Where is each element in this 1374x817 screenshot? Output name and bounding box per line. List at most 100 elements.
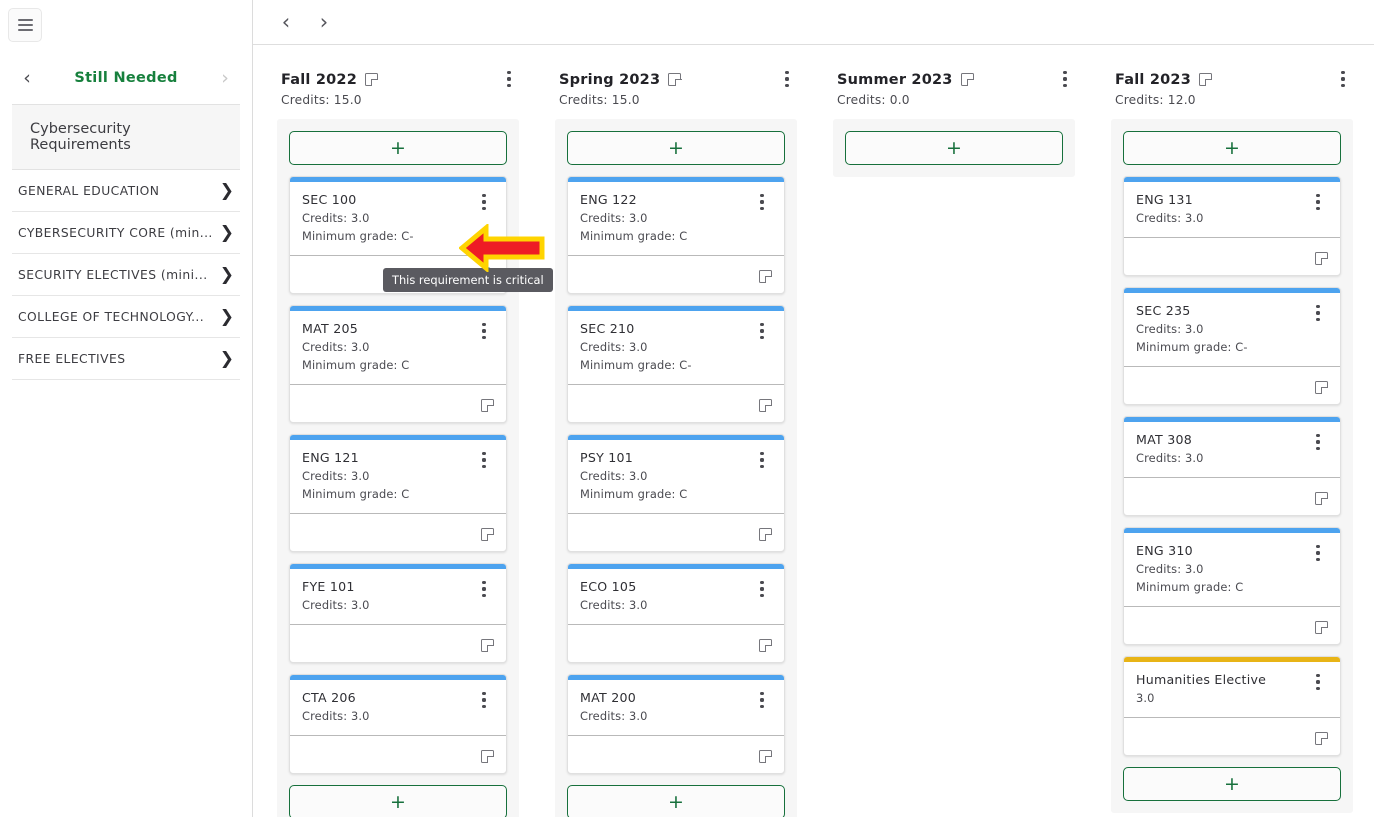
note-icon[interactable] [759,639,772,652]
requirements-header: Cybersecurity Requirements [12,105,240,170]
course-card-mat-308[interactable]: MAT 308 Credits: 3.0 [1123,416,1341,516]
course-options-menu-icon[interactable] [474,690,494,710]
course-card-humanities-elective[interactable]: Humanities Elective 3.0 [1123,656,1341,756]
term-options-menu-icon[interactable] [777,69,797,89]
course-code: MAT 205 [302,321,358,336]
course-options-menu-icon[interactable] [474,192,494,212]
course-options-menu-icon[interactable] [1308,192,1328,212]
add-course-button-top[interactable]: + [845,131,1063,165]
chevron-right-icon: ❯ [219,348,234,369]
note-icon[interactable] [1315,492,1328,505]
note-icon[interactable] [1315,621,1328,634]
note-icon[interactable] [1315,252,1328,265]
hamburger-bar [17,29,33,31]
course-credits: Credits: 3.0 [1136,562,1204,576]
course-options-menu-icon[interactable] [1308,432,1328,452]
chevron-right-icon[interactable]: › [214,68,236,88]
sidebar-item-general-education[interactable]: GENERAL EDUCATION ❯ [12,170,240,212]
course-options-menu-icon[interactable] [752,690,772,710]
course-minimum-grade: Minimum grade: C- [302,229,414,243]
course-credits: Credits: 3.0 [1136,211,1204,225]
course-code: ECO 105 [580,579,637,594]
term-title: Fall 2022 [281,72,357,88]
course-card-eng-121[interactable]: ENG 121 Credits: 3.0 Minimum grade: C [289,434,507,552]
course-card-eco-105[interactable]: ECO 105 Credits: 3.0 [567,563,785,663]
note-icon[interactable] [759,270,772,283]
note-icon[interactable] [960,73,974,86]
course-card-eng-310[interactable]: ENG 310 Credits: 3.0 Minimum grade: C [1123,527,1341,645]
add-course-button-bottom[interactable]: + [1123,767,1341,801]
course-options-menu-icon[interactable] [752,192,772,212]
course-credits: Credits: 3.0 [580,598,648,612]
pager-next-icon[interactable]: › [313,11,335,33]
course-card-psy-101[interactable]: PSY 101 Credits: 3.0 Minimum grade: C [567,434,785,552]
course-credits: Credits: 3.0 [302,469,370,483]
hamburger-icon[interactable] [8,8,42,42]
course-credits: Credits: 3.0 [1136,322,1204,336]
course-card-eng-131[interactable]: ENG 131 Credits: 3.0 [1123,176,1341,276]
note-icon[interactable] [1315,732,1328,745]
course-card-sec-235[interactable]: SEC 235 Credits: 3.0 Minimum grade: C- [1123,287,1341,405]
term-credits: Credits: 12.0 [1115,93,1196,107]
course-options-menu-icon[interactable] [752,450,772,470]
course-code: SEC 235 [1136,303,1191,318]
sidebar: ‹ Still Needed › Cybersecurity Requireme… [0,0,253,817]
chevron-left-icon[interactable]: ‹ [16,68,38,88]
note-icon[interactable] [1315,381,1328,394]
course-card-fye-101[interactable]: FYE 101 Credits: 3.0 [289,563,507,663]
note-icon[interactable] [481,528,494,541]
course-card-footer [290,513,506,551]
note-icon[interactable] [759,528,772,541]
course-card-mat-200[interactable]: MAT 200 Credits: 3.0 [567,674,785,774]
course-options-menu-icon[interactable] [1308,672,1328,692]
note-icon[interactable] [1199,73,1212,86]
course-options-menu-icon[interactable] [752,579,772,599]
course-card-footer [290,624,506,662]
chevron-right-icon: ❯ [219,180,234,201]
add-course-button-bottom[interactable]: + [567,785,785,817]
course-card-footer [1124,477,1340,515]
course-code: FYE 101 [302,579,355,594]
course-credits: Credits: 3.0 [302,598,370,612]
term-options-menu-icon[interactable] [1333,69,1353,89]
note-icon[interactable] [759,399,772,412]
course-code: MAT 200 [580,690,636,705]
sidebar-item-free-electives[interactable]: FREE ELECTIVES ❯ [12,338,240,380]
term-header: Fall 2023 Credits: 12.0 [1111,69,1353,107]
add-course-button-top[interactable]: + [289,131,507,165]
note-icon[interactable] [481,399,494,412]
course-credits: Credits: 3.0 [1136,451,1204,465]
course-card-eng-122[interactable]: ENG 122 Credits: 3.0 Minimum grade: C [567,176,785,294]
course-card-footer [290,384,506,422]
sidebar-item-cybersecurity-core[interactable]: CYBERSECURITY CORE (min... ❯ [12,212,240,254]
term-title: Fall 2023 [1115,72,1191,88]
note-icon[interactable] [759,750,772,763]
course-card-cta-206[interactable]: CTA 206 Credits: 3.0 [289,674,507,774]
course-options-menu-icon[interactable] [474,450,494,470]
sidebar-item-college-of-technology[interactable]: COLLEGE OF TECHNOLOGY... ❯ [12,296,240,338]
add-course-button-bottom[interactable]: + [289,785,507,817]
add-course-button-top[interactable]: + [567,131,785,165]
course-options-menu-icon[interactable] [474,579,494,599]
add-course-button-top[interactable]: + [1123,131,1341,165]
course-options-menu-icon[interactable] [1308,543,1328,563]
note-icon[interactable] [481,750,494,763]
course-options-menu-icon[interactable] [1308,303,1328,323]
term-course-list: + ENG 122 Credits: 3.0 Minimum grade: C SEC … [555,119,797,817]
term-options-menu-icon[interactable] [1055,69,1075,89]
note-icon[interactable] [481,639,494,652]
sidebar-item-label: CYBERSECURITY CORE (min... [18,225,213,240]
course-options-menu-icon[interactable] [752,321,772,341]
note-icon[interactable] [668,73,682,86]
course-options-menu-icon[interactable] [474,321,494,341]
pager-previous-icon[interactable]: ‹ [275,11,297,33]
course-card-mat-205[interactable]: MAT 205 Credits: 3.0 Minimum grade: C [289,305,507,423]
note-icon[interactable] [365,73,378,86]
course-card-sec-210[interactable]: SEC 210 Credits: 3.0 Minimum grade: C- [567,305,785,423]
sidebar-item-security-electives[interactable]: SECURITY ELECTIVES (mini... ❯ [12,254,240,296]
course-minimum-grade: Minimum grade: C- [1136,340,1248,354]
term-options-menu-icon[interactable] [499,69,519,89]
sidebar-item-label: FREE ELECTIVES [18,351,126,366]
course-card-footer [568,255,784,293]
course-credits: Credits: 3.0 [580,469,648,483]
